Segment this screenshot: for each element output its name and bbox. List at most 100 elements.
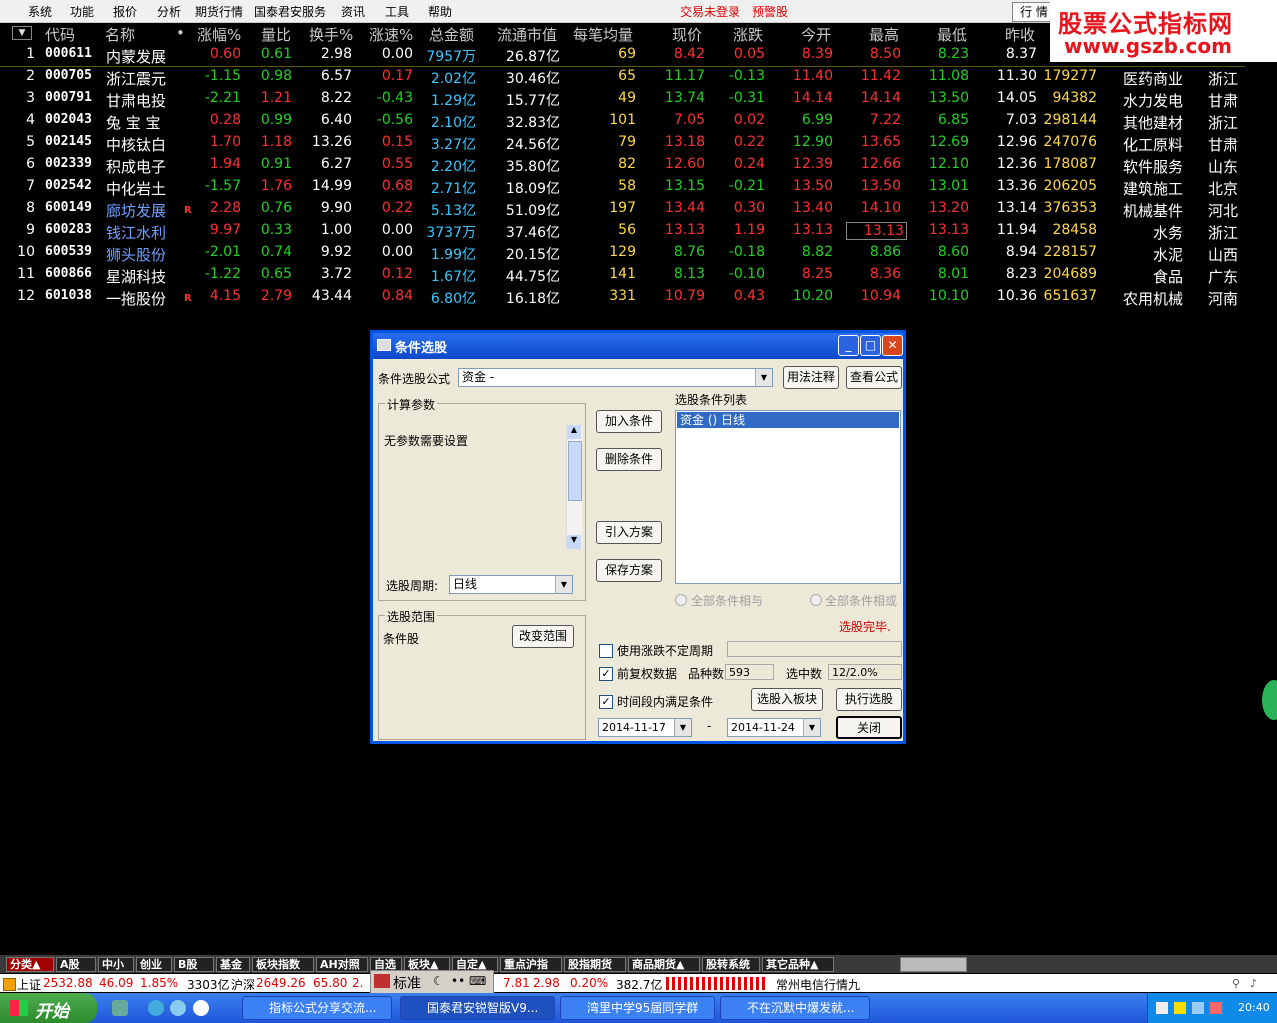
condition-list-item[interactable]: 资金 () 日线 xyxy=(677,412,899,428)
tab-7[interactable]: AH对照 xyxy=(316,957,368,972)
table-row[interactable]: 10 600539 狮头股份 -2.01 0.74 9.92 0.00 1.99亿 20.15亿… xyxy=(0,242,1245,264)
table-row[interactable]: 12 601038 一拖股份 4.15 2.79 43.44 0.84 6.80亿 16.18亿… xyxy=(0,286,1245,308)
table-row[interactable]: 4 002043 兔 宝 宝 0.28 0.99 6.40 -0.56 2.10亿 32.83亿… xyxy=(0,110,1245,132)
view-formula-button[interactable]: 查看公式 xyxy=(846,366,902,389)
chevron-down-icon[interactable]: ▼ xyxy=(674,719,691,736)
table-row[interactable]: 8 600149 廊坊发展 2.28 0.76 9.90 0.22 5.13亿 51.09亿 19… xyxy=(0,198,1245,220)
radio-and[interactable] xyxy=(675,594,687,606)
chevron-down-icon[interactable]: ▼ xyxy=(755,369,772,386)
scroll-down-icon[interactable]: ▼ xyxy=(567,535,581,549)
tab-5[interactable]: 基金 xyxy=(216,957,250,972)
ie-icon[interactable] xyxy=(148,1000,164,1016)
menu-analysis[interactable]: 分析 xyxy=(157,3,181,20)
menu-system[interactable]: 系统 xyxy=(28,3,52,20)
add-condition-button[interactable]: 加入条件 xyxy=(596,410,662,433)
table-row[interactable]: 2 000705 浙江震元 -1.15 0.98 6.57 0.17 2.02亿 30.46亿 6… xyxy=(0,66,1245,88)
usage-notes-button[interactable]: 用法注释 xyxy=(783,366,839,389)
task-classmates[interactable]: 湾里中学95届同学群 xyxy=(560,996,715,1020)
close-button[interactable]: 关闭 xyxy=(836,716,902,739)
tray-icon[interactable] xyxy=(1210,1002,1222,1014)
to-block-button[interactable]: 选股入板块 xyxy=(751,688,823,711)
login-status[interactable]: 交易未登录 xyxy=(680,3,740,20)
date-from-picker[interactable]: 2014-11-17 ▼ xyxy=(598,718,692,737)
dots-icon[interactable]: •• xyxy=(451,974,465,988)
menu-futures[interactable]: 期货行情 xyxy=(195,3,243,20)
header-low[interactable]: 最低 xyxy=(937,24,967,44)
table-row[interactable]: 11 600866 星湖科技 -1.22 0.65 3.72 0.12 1.67亿 44.75亿… xyxy=(0,264,1245,286)
table-row[interactable]: 9 600283 钱江水利 9.97 0.33 1.00 0.00 3737万 37.46亿 56… xyxy=(0,220,1245,242)
toolbar-logo-icon[interactable] xyxy=(374,974,390,988)
floating-widget-icon[interactable] xyxy=(1262,680,1277,720)
horizontal-scrollbar[interactable] xyxy=(900,957,967,972)
header-amount[interactable]: 总金额 xyxy=(429,24,474,44)
table-row[interactable]: 6 002339 积成电子 1.94 0.91 6.27 0.55 2.20亿 35.80亿 82… xyxy=(0,154,1245,176)
menu-news[interactable]: 资讯 xyxy=(341,3,365,20)
maximize-icon[interactable]: □ xyxy=(860,335,881,356)
save-plan-button[interactable]: 保存方案 xyxy=(596,559,662,582)
tab-14[interactable]: 股转系统 xyxy=(702,957,760,972)
condition-list[interactable]: 资金 () 日线 xyxy=(675,410,901,584)
header-volume-ratio[interactable]: 量比 xyxy=(261,24,291,44)
moon-icon[interactable]: ☾ xyxy=(433,974,444,988)
header-high[interactable]: 最高 xyxy=(869,24,899,44)
tab-12[interactable]: 股指期货 xyxy=(564,957,626,972)
tab-1[interactable]: A股 xyxy=(56,957,96,972)
header-diff[interactable]: 涨跌 xyxy=(733,24,763,44)
quicklaunch-icon[interactable] xyxy=(112,1000,128,1016)
radio-or[interactable] xyxy=(810,594,822,606)
table-row[interactable]: 3 000791 甘肃电投 -2.21 1.21 8.22 -0.43 1.29亿 15.77亿… xyxy=(0,88,1245,110)
period-select[interactable]: 日线 ▼ xyxy=(449,575,573,594)
task-formula-share[interactable]: 指标公式分享交流... xyxy=(242,996,392,1020)
tray-icon[interactable] xyxy=(1174,1002,1186,1014)
date-to-picker[interactable]: 2014-11-24 ▼ xyxy=(727,718,821,737)
task-gtja[interactable]: 国泰君安锐智版V9... xyxy=(400,996,555,1020)
table-row[interactable]: 1 000611 内蒙发展 0.60 0.61 2.98 0.00 7957万 26.87亿 69… xyxy=(0,44,1245,67)
tab-0[interactable]: 分类▲ xyxy=(6,957,54,972)
delete-condition-button[interactable]: 删除条件 xyxy=(596,448,662,471)
run-screen-button[interactable]: 执行选股 xyxy=(836,688,902,711)
task-chat[interactable]: 不在沉默中爆发就... xyxy=(720,996,870,1020)
header-avg-volume[interactable]: 每笔均量 xyxy=(573,24,633,44)
header-prev-close[interactable]: 昨收 xyxy=(1005,24,1035,44)
tab-15[interactable]: 其它品种▲ xyxy=(762,957,834,972)
menu-help[interactable]: 帮助 xyxy=(428,3,452,20)
change-range-button[interactable]: 改变范围 xyxy=(512,625,574,648)
scroll-thumb[interactable] xyxy=(568,441,582,501)
tray-icon[interactable] xyxy=(1156,1002,1168,1014)
header-turnover[interactable]: 换手% xyxy=(309,24,353,44)
import-plan-button[interactable]: 引入方案 xyxy=(596,521,662,544)
tab-13[interactable]: 商品期货▲ xyxy=(628,957,700,972)
menu-service[interactable]: 国泰君安服务 xyxy=(254,3,326,20)
browser-icon[interactable] xyxy=(170,1000,186,1016)
menu-tools[interactable]: 工具 xyxy=(385,3,409,20)
header-market-value[interactable]: 流通市值 xyxy=(497,24,557,44)
keyboard-icon[interactable]: ⌨ xyxy=(469,974,486,988)
period-checkbox[interactable] xyxy=(599,644,613,658)
menu-function[interactable]: 功能 xyxy=(70,3,94,20)
tray-icon[interactable] xyxy=(1192,1002,1204,1014)
alert-stock[interactable]: 预警股 xyxy=(752,3,788,20)
header-change-pct[interactable]: 涨幅% xyxy=(197,24,241,44)
range-checkbox[interactable]: ✓ xyxy=(599,695,613,709)
app-icon[interactable] xyxy=(193,1000,209,1016)
tab-4[interactable]: B股 xyxy=(174,957,214,972)
menu-quote[interactable]: 报价 xyxy=(113,3,137,20)
header-open[interactable]: 今开 xyxy=(801,24,831,44)
toolbar-mode[interactable]: 标准 xyxy=(393,973,421,993)
minimize-icon[interactable]: _ xyxy=(838,335,859,356)
chevron-down-icon[interactable]: ▼ xyxy=(555,576,572,593)
tab-11[interactable]: 重点沪指 xyxy=(500,957,562,972)
header-price[interactable]: 现价 xyxy=(672,24,702,44)
tab-3[interactable]: 创业 xyxy=(136,957,172,972)
close-icon[interactable]: ✕ xyxy=(882,335,903,356)
fq-checkbox[interactable]: ✓ xyxy=(599,667,613,681)
tab-6[interactable]: 板块指数 xyxy=(252,957,314,972)
formula-select[interactable]: 资金 - ▼ xyxy=(458,368,773,387)
table-row[interactable]: 5 002145 中核钛白 1.70 1.18 13.26 0.15 3.27亿 24.56亿 7… xyxy=(0,132,1245,154)
header-code[interactable]: 代码 xyxy=(45,24,75,44)
chevron-down-icon[interactable]: ▼ xyxy=(803,719,820,736)
column-menu-icon[interactable]: ▼ xyxy=(12,26,32,40)
header-speed[interactable]: 涨速% xyxy=(369,24,413,44)
tab-2[interactable]: 中小 xyxy=(98,957,134,972)
table-row[interactable]: 7 002542 中化岩土 -1.57 1.76 14.99 0.68 2.71亿 18.09亿… xyxy=(0,176,1245,198)
